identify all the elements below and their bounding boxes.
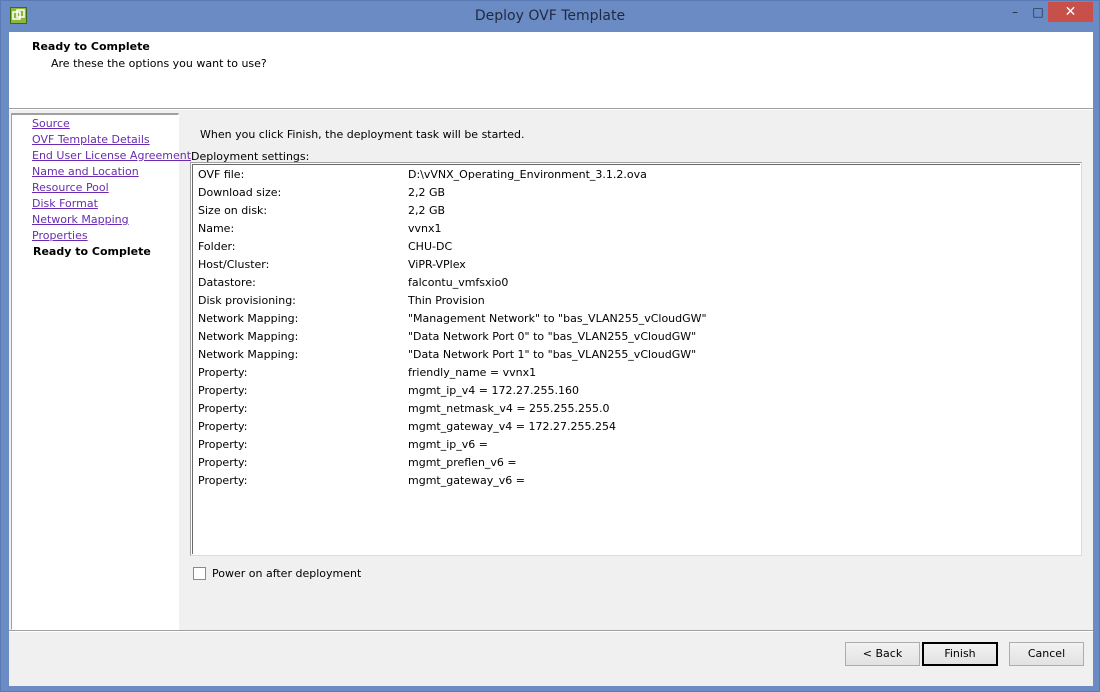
setting-key: Host/Cluster: [198, 258, 270, 271]
settings-row: Network Mapping: "Data Network Port 0" to… [193, 328, 1073, 346]
finish-button[interactable]: Finish [922, 642, 998, 666]
nav-step-resource-pool[interactable]: Resource Pool [32, 181, 109, 194]
setting-key: Property: [198, 384, 248, 397]
setting-key: Datastore: [198, 276, 256, 289]
setting-value: mgmt_gateway_v6 = [408, 474, 525, 487]
power-on-checkbox[interactable] [193, 567, 206, 580]
settings-rows: OVF file: D:\vVNX_Operating_Environment_3… [192, 164, 1080, 554]
nav-step-properties[interactable]: Properties [32, 229, 88, 242]
setting-value: mgmt_netmask_v4 = 255.255.255.0 [408, 402, 610, 415]
setting-value: mgmt_ip_v4 = 172.27.255.160 [408, 384, 579, 397]
power-on-label[interactable]: Power on after deployment [212, 567, 361, 580]
settings-row: Property: friendly_name = vvnx1 [193, 364, 1073, 382]
setting-key: Network Mapping: [198, 330, 299, 343]
setting-key: Name: [198, 222, 235, 235]
deploy-ovf-window: Deploy OVF Template – □ ✕ Ready to Compl… [0, 0, 1100, 692]
nav-step-source[interactable]: Source [32, 117, 70, 130]
setting-key: Folder: [198, 240, 236, 253]
nav-step-network-mapping[interactable]: Network Mapping [32, 213, 129, 226]
setting-value: "Management Network" to "bas_VLAN255_vCl… [408, 312, 707, 325]
setting-key: Property: [198, 456, 248, 469]
settings-row: Host/Cluster: ViPR-VPlex [193, 256, 1073, 274]
setting-key: Property: [198, 366, 248, 379]
setting-key: Disk provisioning: [198, 294, 296, 307]
settings-row: Property: mgmt_ip_v4 = 172.27.255.160 [193, 382, 1073, 400]
settings-row: Network Mapping: "Management Network" to … [193, 310, 1073, 328]
settings-row: Folder: CHU-DC [193, 238, 1073, 256]
setting-value: friendly_name = vvnx1 [408, 366, 537, 379]
settings-row: Property: mgmt_ip_v6 = [193, 436, 1073, 454]
settings-row: Network Mapping: "Data Network Port 1" to… [193, 346, 1073, 364]
setting-value: mgmt_preflen_v6 = [408, 456, 517, 469]
page-title: Ready to Complete [32, 40, 150, 53]
setting-key: Network Mapping: [198, 312, 299, 325]
setting-value: Thin Provision [408, 294, 485, 307]
back-button[interactable]: < Back [845, 642, 920, 666]
header-divider [9, 108, 1093, 110]
settings-row: Datastore: falcontu_vmfsxio0 [193, 274, 1073, 292]
nav-step-name-location[interactable]: Name and Location [32, 165, 139, 178]
setting-key: Size on disk: [198, 204, 268, 217]
settings-row: Property: mgmt_gateway_v4 = 172.27.255.25… [193, 418, 1073, 436]
setting-value: mgmt_gateway_v4 = 172.27.255.254 [408, 420, 616, 433]
wizard-steps-nav: Source OVF Template Details End User Lic… [11, 113, 191, 630]
cancel-button[interactable]: Cancel [1009, 642, 1084, 666]
dialog-client: Ready to Complete Are these the options … [9, 32, 1093, 686]
setting-value: "Data Network Port 0" to "bas_VLAN255_vC… [408, 330, 697, 343]
nav-step-ready-to-complete: Ready to Complete [33, 245, 151, 258]
setting-key: Download size: [198, 186, 282, 199]
wizard-header: Ready to Complete Are these the options … [9, 32, 1093, 108]
setting-key: Property: [198, 438, 248, 451]
settings-row: Property: mgmt_preflen_v6 = [193, 454, 1073, 472]
nav-step-disk-format[interactable]: Disk Format [32, 197, 98, 210]
setting-key: Network Mapping: [198, 348, 299, 361]
setting-value: falcontu_vmfsxio0 [408, 276, 509, 289]
settings-row: Download size: 2,2 GB [193, 184, 1073, 202]
setting-key: Property: [198, 402, 248, 415]
title-bar[interactable]: Deploy OVF Template – □ ✕ [1, 1, 1099, 32]
close-icon[interactable]: ✕ [1048, 2, 1093, 22]
settings-row: Disk provisioning: Thin Provision [193, 292, 1073, 310]
setting-value: "Data Network Port 1" to "bas_VLAN255_vC… [408, 348, 697, 361]
nav-step-ovf-template-details[interactable]: OVF Template Details [32, 133, 150, 146]
minimize-icon[interactable]: – [1002, 2, 1028, 22]
maximize-icon[interactable]: □ [1028, 2, 1048, 22]
settings-row: Property: mgmt_netmask_v4 = 255.255.255.0 [193, 400, 1073, 418]
setting-key: Property: [198, 420, 248, 433]
intro-text: When you click Finish, the deployment ta… [200, 128, 525, 141]
setting-value: mgmt_ip_v6 = [408, 438, 488, 451]
setting-value: D:\vVNX_Operating_Environment_3.1.2.ova [408, 168, 647, 181]
setting-value: 2,2 GB [408, 186, 446, 199]
footer-divider [9, 630, 1093, 632]
settings-row: Size on disk: 2,2 GB [193, 202, 1073, 220]
deployment-settings-list[interactable]: OVF file: D:\vVNX_Operating_Environment_3… [190, 162, 1082, 556]
setting-key: OVF file: [198, 168, 245, 181]
settings-row: OVF file: D:\vVNX_Operating_Environment_3… [193, 166, 1073, 184]
setting-value: CHU-DC [408, 240, 453, 253]
setting-value: 2,2 GB [408, 204, 446, 217]
setting-value: ViPR-VPlex [408, 258, 466, 271]
nav-step-eula[interactable]: End User License Agreement [32, 149, 191, 162]
window-title: Deploy OVF Template [474, 8, 626, 24]
setting-value: vvnx1 [408, 222, 442, 235]
page-subtitle: Are these the options you want to use? [51, 57, 267, 70]
settings-row: Name: vvnx1 [193, 220, 1073, 238]
setting-key: Property: [198, 474, 248, 487]
settings-row: Property: mgmt_gateway_v6 = [193, 472, 1073, 490]
